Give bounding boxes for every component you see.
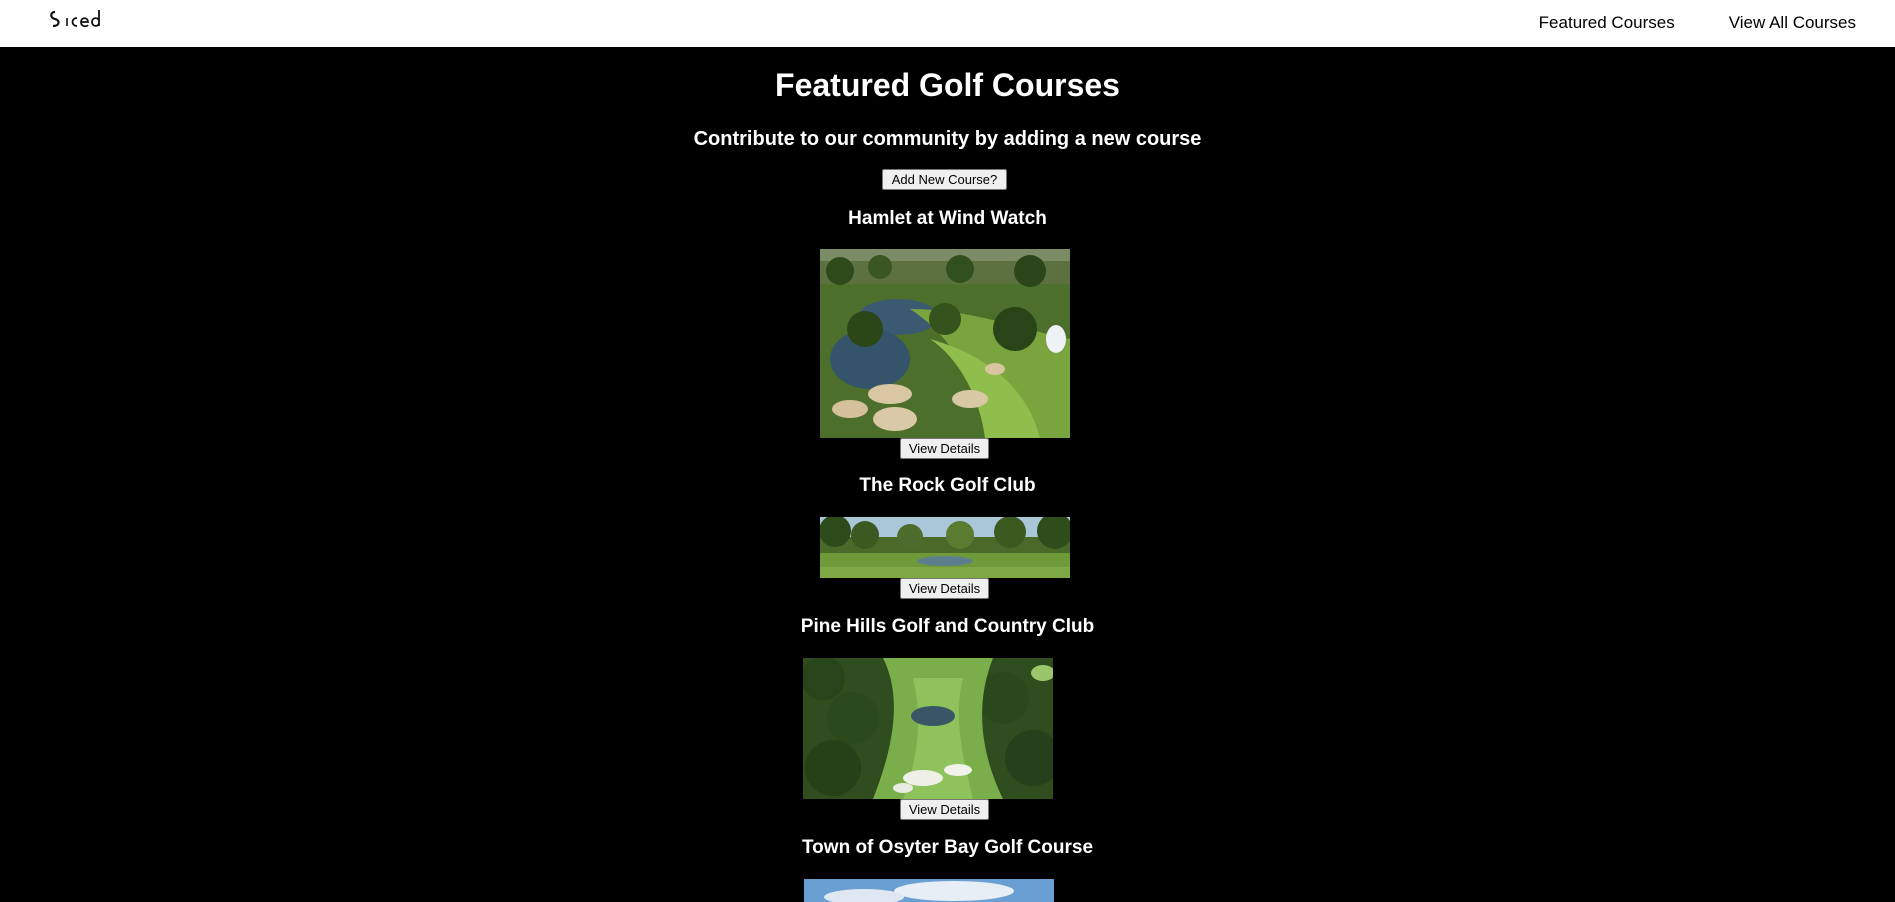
main-content: Featured Golf Courses Contribute to our …	[0, 47, 1895, 902]
site-logo[interactable]	[47, 6, 111, 32]
course-title: The Rock Golf Club	[859, 475, 1036, 496]
top-navbar: Featured Courses View All Courses	[0, 0, 1895, 47]
course-image[interactable]	[804, 879, 1054, 902]
add-new-course-button[interactable]: Add New Course?	[882, 169, 1007, 190]
course-image[interactable]	[820, 517, 1070, 578]
view-details-button[interactable]: View Details	[900, 799, 989, 820]
course-image[interactable]	[803, 658, 1053, 799]
course-title: Pine Hills Golf and Country Club	[800, 616, 1095, 637]
view-details-button[interactable]: View Details	[900, 438, 989, 459]
course-title: Town of Osyter Bay Golf Course	[801, 837, 1094, 858]
page-title: Featured Golf Courses	[775, 67, 1120, 103]
page-subtitle: Contribute to our community by adding a …	[693, 128, 1202, 150]
view-details-button[interactable]: View Details	[900, 578, 989, 599]
nav-view-all-courses[interactable]: View All Courses	[1729, 13, 1856, 33]
course-title: Hamlet at Wind Watch	[848, 208, 1047, 229]
nav-featured-courses[interactable]: Featured Courses	[1539, 13, 1675, 33]
course-image[interactable]	[820, 249, 1070, 438]
